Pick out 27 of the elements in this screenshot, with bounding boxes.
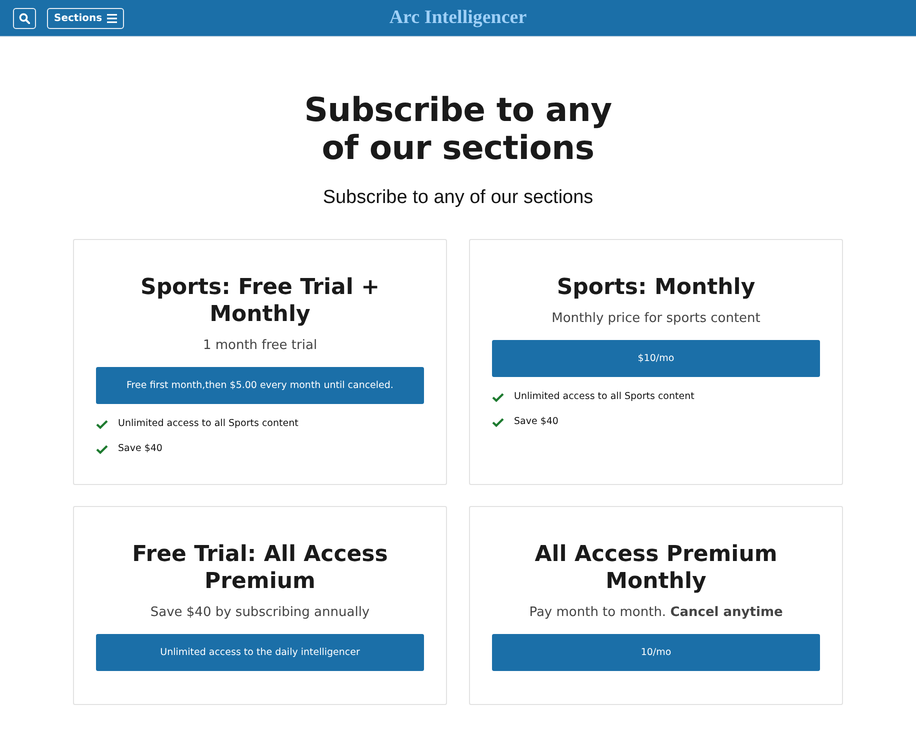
- offer-button[interactable]: 10/mo: [492, 634, 820, 671]
- offer-description: Save $40 by subscribing annually: [149, 604, 371, 622]
- offer-button[interactable]: $10/mo: [492, 340, 820, 377]
- search-icon: [19, 12, 30, 24]
- check-icon: [96, 444, 108, 454]
- offer-button[interactable]: Free first month,then $5.00 every month until canceled.: [96, 367, 424, 404]
- offer-title: Sports: Free Trial + Monthly: [139, 274, 381, 328]
- offer-button[interactable]: Unlimited access to the daily intelligencer: [96, 634, 424, 671]
- menu-icon: [107, 14, 118, 22]
- check-icon: [492, 392, 504, 402]
- page-subtitle: Subscribe to any of our sections: [322, 187, 594, 209]
- feature-text: Save $40: [514, 415, 558, 429]
- feature-text: Unlimited access to all Sports content: [514, 390, 694, 404]
- sections-button[interactable]: Sections: [47, 8, 124, 28]
- site-logo[interactable]: Arc Intelligencer: [389, 7, 527, 29]
- check-icon: [96, 420, 108, 428]
- offer-title: Free Trial: All Access Premium: [131, 541, 389, 595]
- offer-description: Monthly price for sports content: [550, 310, 762, 328]
- feature-text: Save $40: [118, 442, 162, 456]
- offer-title: All Access Premium Monthly: [534, 541, 778, 595]
- check-icon: [492, 418, 504, 426]
- page-title: Subscribe to any of our sections: [303, 91, 613, 167]
- offer-description: 1 month free trial: [202, 337, 318, 355]
- offer-title: Sports: Monthly: [556, 274, 756, 301]
- feature-text: Unlimited access to all Sports content: [118, 417, 298, 431]
- search-button[interactable]: [13, 8, 36, 28]
- offer-description: Pay month to month. Cancel anytime: [528, 604, 784, 622]
